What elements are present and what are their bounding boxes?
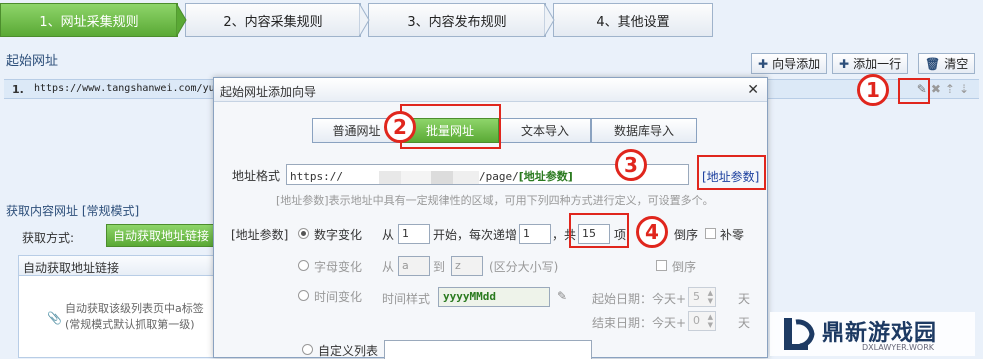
letter-start-input[interactable]: a [398,256,430,276]
letter-from: 从 [382,260,395,274]
numeric-step-input[interactable]: 1 [519,224,551,244]
auto-get-button[interactable]: 自动获取地址链接 [106,224,216,247]
row-url: https://www.tangshanwei.com/yu [34,83,215,94]
param-label: [地址参数] [231,228,289,242]
panel-line-2: (常规模式默认抓取第一级) [65,318,195,331]
spinner-arrows-icon: ▲ ▼ [707,313,713,329]
watermark: 鼎新游戏园 DXLAWYER.WORK [770,312,975,356]
format-label: 地址格式 [232,169,281,183]
format-suffix: /page/ [478,170,519,183]
start-url-title: 起始网址 [6,54,59,69]
step-1[interactable]: 1、网址采集规则 [0,3,178,37]
wizard-add-label: 向导添加 [772,57,821,71]
end-date-spinner[interactable]: 0 ▲ ▼ [688,311,716,331]
step-arrow-icon [544,3,555,37]
pencil-icon[interactable]: ✎ [557,289,567,303]
dialog-titlebar: 起始网址添加向导 ✕ [214,78,767,102]
annotation-box-param-link [697,155,766,190]
format-prefix: https:// [290,170,343,183]
annotation-box-edit [898,78,930,104]
custom-list-input[interactable] [384,340,592,359]
panel-header: 自动获取地址链接 [19,256,217,276]
annotation-marker-1: 1 [857,74,889,106]
wizard-add-button[interactable]: ✚ 向导添加 [751,53,828,74]
panel-line-1: 自动获取该级列表页中a标签 [65,302,204,315]
plus-icon: ✚ [758,56,769,71]
step-arrow-icon [359,3,370,37]
format-param: [地址参数] [518,170,573,183]
time-style-input[interactable]: yyyyMMdd [438,287,550,307]
auto-link-panel: 自动获取地址链接 📎 自动获取该级列表页中a标签 (常规模式默认抓取第一级) [18,255,218,358]
start-unit: 天 [738,292,751,306]
plus-icon: ✚ [839,56,850,71]
spinner-arrows-icon: ▲ ▼ [707,289,713,305]
custom-label: 自定义列表 [318,344,379,358]
start-date-label: 起始日期：今天+ [592,292,687,306]
time-style-label: 时间样式 [382,292,431,306]
close-icon[interactable]: ✕ [747,82,759,98]
letter-to: 到 [433,260,446,274]
content-url-title: 获取内容网址 [常规模式] [6,204,140,218]
delete-icon[interactable]: ✖ [931,82,941,96]
annotation-marker-4: 4 [636,216,668,248]
method-label: 获取方式: [22,231,75,245]
letter-end-input[interactable]: z [451,256,483,276]
pad-zero-label: 补零 [720,228,745,242]
clear-button[interactable]: 🗑 清空 [918,53,976,74]
end-date-value: 0 [693,314,700,327]
start-date-value: 5 [693,290,700,303]
numeric-reverse-label: 倒序 [674,228,699,242]
time-radio[interactable] [298,290,309,301]
time-label: 时间变化 [314,290,363,304]
custom-radio[interactable] [302,344,313,355]
tab-text-import[interactable]: 文本导入 [499,118,591,143]
step-3[interactable]: 3、内容发布规则 [368,3,546,37]
end-date-label: 结束日期：今天+ [592,316,687,330]
paperclip-icon: 📎 [47,311,62,325]
numeric-start-input[interactable]: 1 [398,224,430,244]
row-index: 1. [12,83,24,96]
step-4[interactable]: 4、其他设置 [553,3,713,37]
add-row-label: 添加一行 [853,57,902,71]
letter-label: 字母变化 [314,260,363,274]
start-date-spinner[interactable]: 5 ▲ ▼ [688,287,716,307]
panel-text: 自动获取该级列表页中a标签 (常规模式默认抓取第一级) [65,301,204,333]
pad-zero-checkbox[interactable] [705,228,716,239]
letter-reverse-label: 倒序 [672,260,697,274]
watermark-subtext: DXLAWYER.WORK [862,343,934,352]
move-down-icon[interactable]: ⇣ [959,82,969,96]
watermark-logo-icon [784,318,815,350]
dialog-title: 起始网址添加向导 [220,85,317,99]
annotation-marker-3: 3 [615,149,647,181]
end-unit: 天 [738,316,751,330]
letter-note: (区分大小写) [489,260,559,274]
move-up-icon[interactable]: ⇡ [945,82,955,96]
clear-label: 清空 [944,57,969,71]
trash-icon: 🗑 [925,56,941,71]
annotation-box-count [569,213,629,248]
numeric-label: 数字变化 [314,228,363,242]
step-arrow-icon [176,3,187,37]
add-row-button[interactable]: ✚ 添加一行 [832,53,909,74]
tab-db-import[interactable]: 数据库导入 [591,118,697,143]
steps-bar: 1、网址采集规则 2、内容采集规则 3、内容发布规则 4、其他设置 [0,0,715,42]
annotation-marker-2: 2 [384,111,416,143]
numeric-radio[interactable] [298,228,309,239]
letter-radio[interactable] [298,260,309,271]
letter-reverse-checkbox[interactable] [656,260,667,271]
hint-text: [地址参数]表示地址中具有一定规律性的区域，可用下列四种方式进行定义，可设置多个… [276,194,714,207]
numeric-from: 从 [382,228,395,242]
step-2[interactable]: 2、内容采集规则 [185,3,361,37]
numeric-start-suffix: 开始，每次递增 [433,228,518,242]
